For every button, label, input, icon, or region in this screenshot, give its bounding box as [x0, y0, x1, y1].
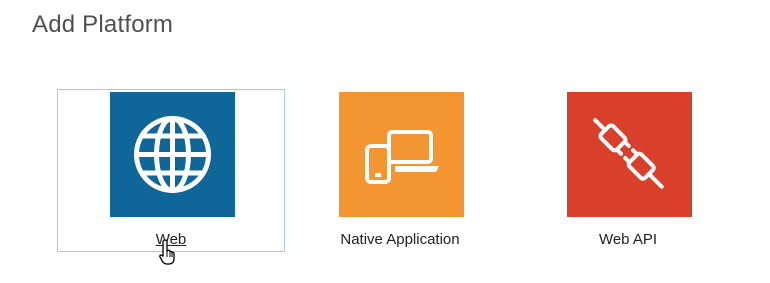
globe-icon: [110, 92, 235, 217]
platform-tile-web[interactable]: Web: [57, 89, 285, 252]
platform-label-native-application: Native Application: [340, 231, 460, 248]
plug-icon: [567, 92, 692, 217]
platform-tile-native-application[interactable]: Native Application: [286, 89, 514, 252]
platform-tile-web-api[interactable]: Web API: [514, 89, 742, 252]
hand-pointer-icon: [159, 239, 175, 265]
page-title: Add Platform: [32, 11, 174, 38]
add-platform-page: Add Platform Web Native Application Web …: [0, 0, 770, 283]
platform-label-web-api: Web API: [598, 231, 658, 248]
devices-icon: [339, 92, 464, 217]
